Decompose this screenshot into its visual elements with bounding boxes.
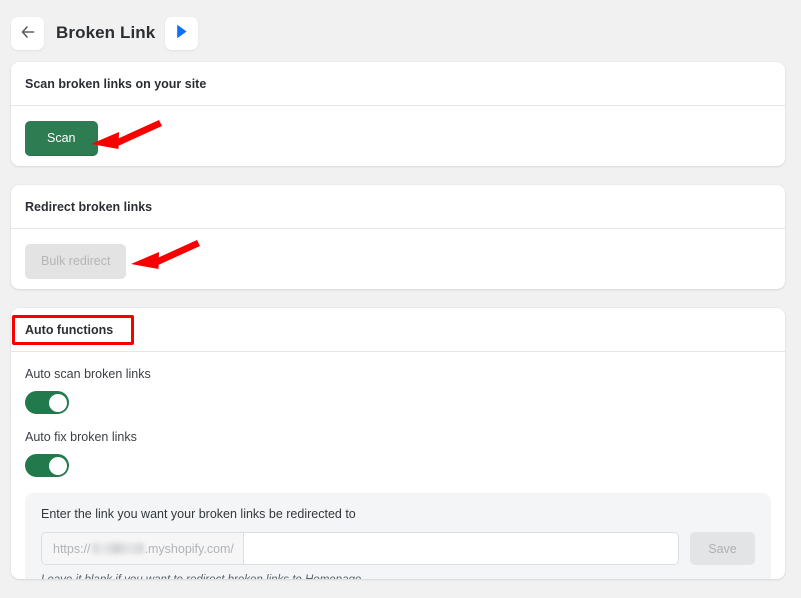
auto-fix-toggle[interactable] (25, 454, 69, 477)
scan-button[interactable]: Scan (25, 121, 98, 156)
auto-scan-toggle-knob (48, 393, 67, 412)
save-button[interactable]: Save (690, 532, 755, 565)
scan-card: Scan broken links on your site Scan (11, 62, 785, 166)
back-button[interactable] (11, 16, 44, 50)
auto-functions-body: Auto scan broken links Auto fix broken l… (11, 352, 785, 579)
redirect-url-input-group[interactable]: https:// .myshopify.com/ (41, 532, 679, 565)
auto-functions-title: Auto functions (11, 308, 785, 352)
redirect-url-input[interactable] (243, 533, 678, 564)
redirect-link-hint: Leave it blank if you want to redirect b… (41, 574, 755, 579)
page-header: Broken Link (0, 0, 801, 55)
redirect-link-field-row: https:// .myshopify.com/ Save (41, 532, 755, 565)
url-domain-text: .myshopify.com/ (144, 541, 234, 556)
play-button[interactable] (165, 16, 199, 50)
redirect-card: Redirect broken links Bulk redirect (11, 185, 785, 289)
play-icon (174, 23, 190, 43)
scan-card-body: Scan (11, 106, 785, 166)
redirect-url-prefix: https:// .myshopify.com/ (42, 533, 244, 564)
auto-fix-label: Auto fix broken links (25, 430, 137, 444)
auto-scan-toggle[interactable] (25, 391, 69, 414)
auto-scan-label: Auto scan broken links (25, 367, 151, 381)
bulk-redirect-button[interactable]: Bulk redirect (25, 244, 127, 279)
redirect-link-label: Enter the link you want your broken link… (41, 507, 356, 521)
auto-functions-card: Auto functions Auto scan broken links Au… (11, 308, 785, 579)
redacted-shop-name (91, 543, 144, 554)
page-title: Broken Link (56, 23, 156, 42)
auto-fix-toggle-knob (48, 456, 67, 475)
redirect-link-panel: Enter the link you want your broken link… (25, 493, 771, 579)
url-scheme-text: https:// (53, 541, 91, 556)
redirect-card-body: Bulk redirect (11, 229, 785, 289)
scan-card-title: Scan broken links on your site (11, 62, 785, 106)
redirect-card-title: Redirect broken links (11, 185, 785, 229)
arrow-left-icon (20, 24, 36, 43)
